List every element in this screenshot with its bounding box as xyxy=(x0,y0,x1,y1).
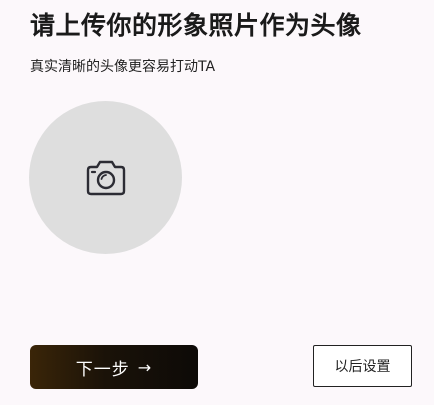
page-subtitle: 真实清晰的头像更容易打动TA xyxy=(30,59,216,75)
set-later-label: 以后设置 xyxy=(334,359,391,375)
page-title: 请上传你的形象照片作为头像 xyxy=(30,11,362,40)
camera-icon xyxy=(86,160,125,195)
avatar-upload-button[interactable] xyxy=(29,101,182,254)
set-later-button[interactable]: 以后设置 xyxy=(313,345,412,387)
next-step-label: 下一步 xyxy=(75,359,130,380)
next-step-button[interactable]: 下一步 → xyxy=(30,345,198,389)
arrow-right-icon: → xyxy=(137,357,153,377)
